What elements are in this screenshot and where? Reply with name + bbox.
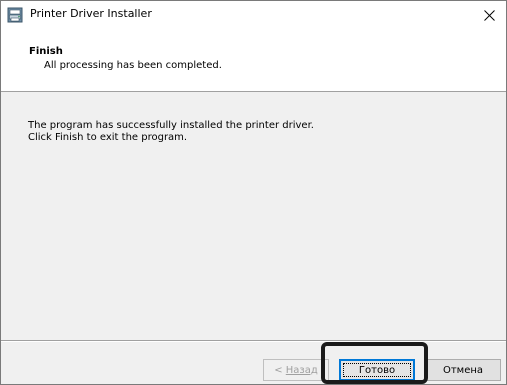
back-button-label: Назад <box>285 364 318 376</box>
installer-window: Printer Driver Installer Finish All proc… <box>0 0 507 385</box>
wizard-content: The program has successfully installed t… <box>1 92 506 337</box>
header-title: Finish <box>29 46 63 57</box>
exit-instruction: Click Finish to exit the program. <box>28 132 188 143</box>
back-button[interactable]: < Назад <box>263 359 329 381</box>
cancel-button[interactable]: Отмена <box>425 359 501 381</box>
footer-divider <box>1 340 506 342</box>
back-button-prefix: < <box>274 364 286 376</box>
screenshot-page: Printer Driver Installer Finish All proc… <box>0 0 507 385</box>
wizard-header: Finish All processing has been completed… <box>1 29 506 92</box>
window-title: Printer Driver Installer <box>30 7 152 20</box>
success-message: The program has successfully installed t… <box>28 120 314 131</box>
header-subtitle: All processing has been completed. <box>44 60 222 71</box>
printer-installer-icon <box>7 7 23 23</box>
title-bar[interactable]: Printer Driver Installer <box>1 1 506 29</box>
close-icon <box>483 9 495 21</box>
close-button[interactable] <box>472 1 506 29</box>
cancel-button-label: Отмена <box>442 364 484 376</box>
finish-button[interactable]: Готово <box>339 359 415 381</box>
finish-button-label: Готово <box>358 364 396 376</box>
